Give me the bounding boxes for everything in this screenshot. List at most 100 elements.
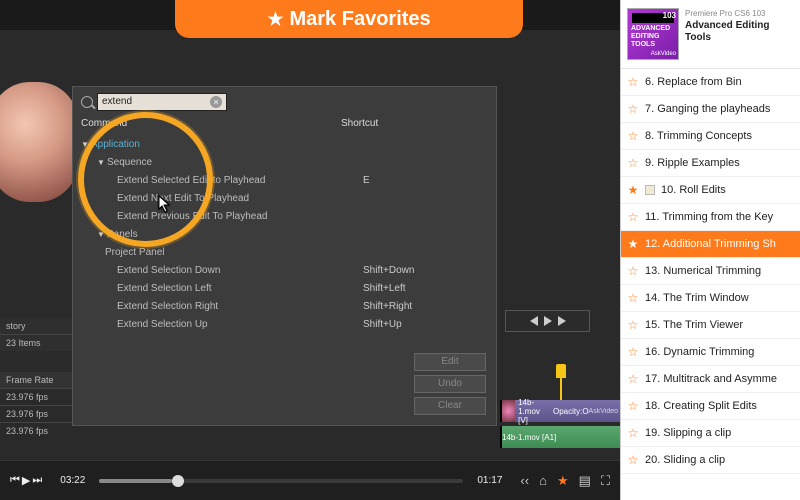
fullscreen-icon[interactable]: ⛶ bbox=[601, 473, 610, 489]
back-icon[interactable]: ‹‹ bbox=[520, 473, 529, 488]
tree-item[interactable]: Extend Previous Edit To Playhead bbox=[117, 211, 363, 222]
favorite-star-icon[interactable]: ☆ bbox=[627, 399, 639, 413]
chapter-label: 9. Ripple Examples bbox=[645, 157, 740, 169]
scrubber-knob[interactable] bbox=[172, 475, 184, 487]
clear-search-icon[interactable]: × bbox=[210, 96, 222, 108]
step-forward-icon[interactable] bbox=[558, 316, 566, 326]
video-frame: story 23 Items Frame Rate 23.976 fps 23.… bbox=[0, 0, 620, 460]
chapter-item[interactable]: ★10. Roll Edits bbox=[621, 177, 800, 204]
frame-rate-value: 23.976 fps bbox=[0, 405, 72, 422]
favorite-star-icon[interactable]: ☆ bbox=[627, 318, 639, 332]
favorite-star-icon[interactable]: ☆ bbox=[627, 426, 639, 440]
app-root: story 23 Items Frame Rate 23.976 fps 23.… bbox=[0, 0, 800, 500]
frame-rate-header: Frame Rate bbox=[0, 372, 72, 388]
previous-chapter-icon[interactable]: ⏮ bbox=[10, 474, 20, 487]
play-icon[interactable] bbox=[544, 316, 552, 326]
favorite-star-icon[interactable]: ☆ bbox=[627, 453, 639, 467]
favorite-star-icon[interactable]: ☆ bbox=[627, 372, 639, 386]
player-controls: ⏮ ▶ ⏭ 03:22 01:17 ‹‹ ⌂ ★ ▤ ⛶ bbox=[0, 460, 620, 500]
scrubber[interactable] bbox=[99, 479, 463, 483]
tree-item[interactable]: Extend Selection Down bbox=[117, 265, 363, 276]
tree-item[interactable]: Extend Selected Edit to Playhead bbox=[117, 175, 363, 186]
chapter-item[interactable]: ★ 12. Additional Trimming Sh bbox=[621, 231, 800, 258]
chapter-item[interactable]: ☆ 9. Ripple Examples bbox=[621, 150, 800, 177]
history-header: story bbox=[0, 318, 72, 335]
chapter-item[interactable]: ☆ 13. Numerical Trimming bbox=[621, 258, 800, 285]
chapter-item[interactable]: ☆16. Dynamic Trimming bbox=[621, 339, 800, 366]
audio-clip[interactable]: 14b-1.mov [A1] bbox=[500, 426, 620, 448]
tree-shortcut: Shift+Left bbox=[363, 283, 496, 294]
next-chapter-icon[interactable]: ⏭ bbox=[32, 474, 42, 487]
chapter-item[interactable]: ☆15. The Trim Viewer bbox=[621, 312, 800, 339]
time-total: 01:17 bbox=[469, 475, 510, 486]
tree-project-panel[interactable]: Project Panel bbox=[105, 247, 351, 258]
tree-panels[interactable]: Panels bbox=[107, 229, 353, 240]
frame-rate-value: 23.976 fps bbox=[0, 422, 72, 439]
course-overline: Premiere Pro CS6 103 bbox=[685, 8, 794, 20]
chapter-label: 12. Additional Trimming Sh bbox=[645, 238, 776, 250]
chapter-item[interactable]: ☆ 18. Creating Split Edits bbox=[621, 393, 800, 420]
tree-shortcut: Shift+Right bbox=[363, 301, 496, 312]
favorite-star-icon[interactable]: ☆ bbox=[627, 75, 639, 89]
video-thumbnail-face bbox=[0, 82, 78, 202]
tree-sequence[interactable]: Sequence bbox=[107, 157, 353, 168]
favorite-star-icon[interactable]: ☆ bbox=[627, 156, 639, 170]
watermark: AskVideo bbox=[589, 408, 618, 415]
frame-rate-panel: Frame Rate 23.976 fps 23.976 fps 23.976 … bbox=[0, 372, 72, 439]
disclosure-triangle-icon[interactable]: ▼ bbox=[81, 140, 91, 149]
favorite-star-icon[interactable]: ☆ bbox=[627, 129, 639, 143]
chapter-label: 8. Trimming Concepts bbox=[645, 130, 752, 142]
chapter-label: 11. Trimming from the Key bbox=[645, 211, 773, 223]
favorite-star-icon[interactable]: ★ bbox=[627, 183, 639, 197]
favorite-star-icon[interactable]: ★ bbox=[627, 237, 639, 251]
tree-item[interactable]: Extend Selection Left bbox=[117, 283, 363, 294]
favorite-star-icon[interactable]: ☆ bbox=[627, 291, 639, 305]
favorite-star-icon[interactable]: ☆ bbox=[627, 102, 639, 116]
chapter-label: 20. Sliding a clip bbox=[645, 454, 725, 466]
tree-item[interactable]: Extend Selection Right bbox=[117, 301, 363, 312]
tree-shortcut: Shift+Up bbox=[363, 319, 496, 330]
favorite-star-icon[interactable]: ☆ bbox=[627, 210, 639, 224]
column-command: Command bbox=[81, 118, 341, 129]
tree-item[interactable]: Extend Next Edit To Playhead bbox=[117, 193, 363, 204]
tree-item[interactable]: Extend Selection Up bbox=[117, 319, 363, 330]
clip-label: 14b-1.mov [V] bbox=[518, 398, 551, 425]
favorite-icon[interactable]: ★ bbox=[557, 473, 569, 489]
chapter-item[interactable]: ☆7. Ganging the playheads bbox=[621, 96, 800, 123]
clear-button[interactable]: Clear bbox=[414, 397, 486, 415]
chapter-item[interactable]: ☆ 20. Sliding a clip bbox=[621, 447, 800, 474]
chapter-item[interactable]: ☆14. The Trim Window bbox=[621, 285, 800, 312]
chapter-item[interactable]: ☆17. Multitrack and Asymme bbox=[621, 366, 800, 393]
favorite-star-icon[interactable]: ☆ bbox=[627, 264, 639, 278]
chapter-label: 18. Creating Split Edits bbox=[645, 400, 757, 412]
course-card[interactable]: 103 ADVANCEDEDITING TOOLS AskVideo Premi… bbox=[621, 0, 800, 69]
undo-button[interactable]: Undo bbox=[414, 375, 486, 393]
time-elapsed: 03:22 bbox=[52, 475, 93, 486]
chapter-label: 6. Replace from Bin bbox=[645, 76, 742, 88]
video-clip[interactable]: 14b-1.mov [V] Opacity:O AskVideo bbox=[500, 400, 620, 422]
chapter-item[interactable]: ☆ 11. Trimming from the Key bbox=[621, 204, 800, 231]
chapter-item[interactable]: ☆ 8. Trimming Concepts bbox=[621, 123, 800, 150]
history-panel: story 23 Items bbox=[0, 318, 72, 351]
tree-shortcut: E bbox=[363, 175, 496, 186]
disclosure-triangle-icon[interactable]: ▼ bbox=[97, 158, 107, 167]
playlist-icon[interactable]: ▤ bbox=[579, 473, 591, 489]
step-back-icon[interactable] bbox=[530, 316, 538, 326]
tree-application[interactable]: Application bbox=[91, 139, 337, 150]
chapter-label: 13. Numerical Trimming bbox=[645, 265, 761, 277]
chapter-item[interactable]: ☆19. Slipping a clip bbox=[621, 420, 800, 447]
edit-button[interactable]: Edit bbox=[414, 353, 486, 371]
home-icon[interactable]: ⌂ bbox=[539, 473, 547, 488]
course-artwork: 103 ADVANCEDEDITING TOOLS AskVideo bbox=[627, 8, 679, 60]
chapter-item[interactable]: ☆ 6. Replace from Bin bbox=[621, 69, 800, 96]
favorite-star-icon[interactable]: ☆ bbox=[627, 345, 639, 359]
search-value: extend bbox=[102, 94, 132, 110]
course-number: 103 bbox=[663, 11, 676, 20]
column-shortcut: Shortcut bbox=[341, 118, 488, 129]
search-input[interactable]: extend × bbox=[97, 93, 227, 111]
scrubber-fill bbox=[99, 479, 172, 483]
play-pause-icon[interactable]: ▶ bbox=[22, 474, 30, 487]
chapter-list[interactable]: ☆ 6. Replace from Bin ☆7. Ganging the play… bbox=[621, 69, 800, 500]
timeline-playhead-icon[interactable] bbox=[556, 364, 566, 378]
disclosure-triangle-icon[interactable]: ▼ bbox=[97, 230, 107, 239]
